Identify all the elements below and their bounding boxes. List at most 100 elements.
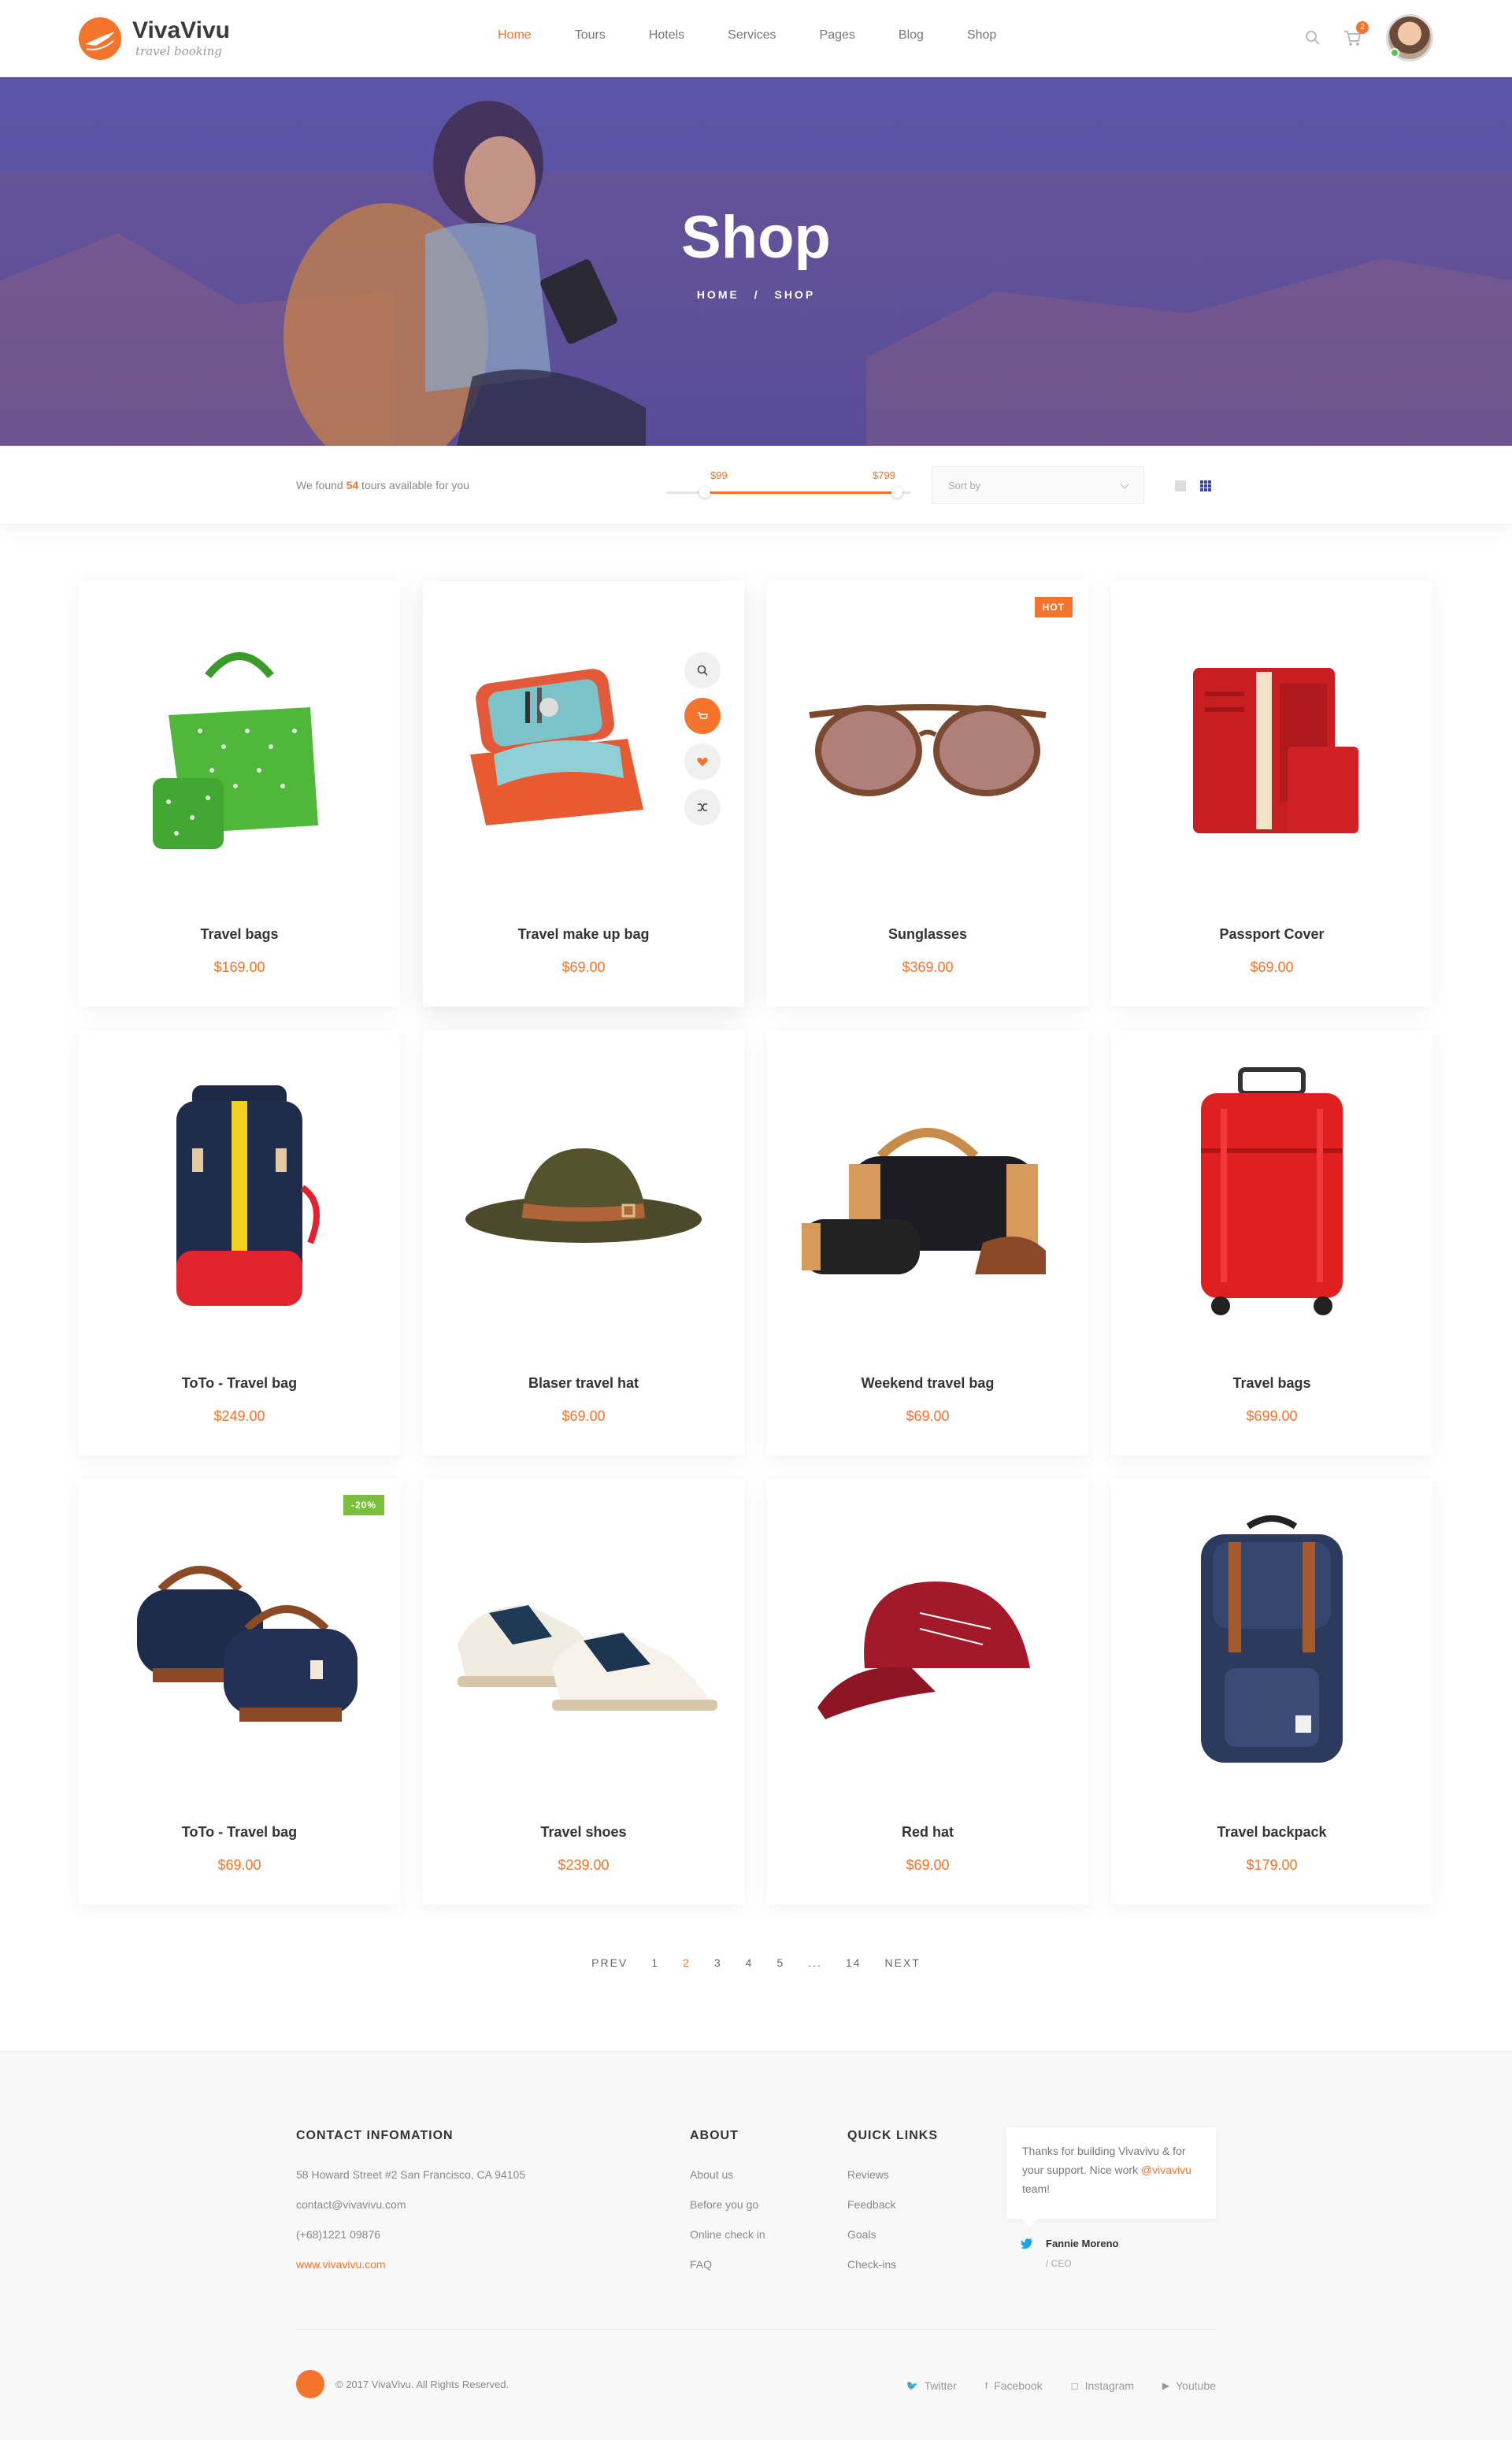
product-price: $69.00 (561, 1408, 606, 1424)
nav-shop[interactable]: Shop (967, 28, 996, 43)
social-youtube[interactable]: ▶ Youtube (1162, 2379, 1216, 2392)
footer-about-title: ABOUT (690, 2129, 739, 2142)
main-nav: Home Tours Hotels Services Pages Blog Sh… (498, 28, 1040, 43)
footer-contact-title: CONTACT INFOMATION (296, 2129, 454, 2142)
range-max-handle[interactable] (891, 487, 902, 498)
nav-tours[interactable]: Tours (575, 28, 606, 43)
results-prefix: We found (296, 479, 343, 491)
footer-link[interactable]: FAQ (690, 2258, 765, 2271)
product-card[interactable]: Travel make up bag $69.00 (423, 581, 744, 1007)
social-youtube-label: Youtube (1176, 2379, 1216, 2392)
product-image-green-tote (79, 613, 400, 881)
pagination-page[interactable]: 5 (776, 1956, 784, 1969)
footer-link[interactable]: Online check in (690, 2228, 765, 2241)
copyright-text: © 2017 VivaVivu. All Rights Reserved. (335, 2378, 510, 2390)
breadcrumb: HOME / SHOP (0, 288, 1512, 301)
product-price: $699.00 (1246, 1408, 1298, 1424)
footer-link[interactable]: Before you go (690, 2198, 765, 2211)
list-view-icon[interactable] (1175, 480, 1186, 491)
product-name[interactable]: Travel make up bag (423, 926, 744, 943)
footer-email[interactable]: contact@vivavivu.com (296, 2198, 525, 2211)
quick-view-button[interactable] (684, 652, 721, 688)
product-card[interactable]: Travel shoes $239.00 (423, 1479, 744, 1904)
price-range-slider[interactable]: $99 $799 (666, 469, 910, 501)
product-card[interactable]: -20% ToTo - Travel bag $69.00 (79, 1479, 400, 1904)
footer-about: ABOUT About us Before you go Online chec… (690, 2129, 765, 2288)
footer-link[interactable]: Goals (847, 2228, 938, 2241)
brand-name: VivaVivu (132, 17, 230, 43)
pagination-page-current[interactable]: 2 (683, 1956, 691, 1969)
product-name[interactable]: ToTo - Travel bag (79, 1824, 400, 1841)
youtube-icon: ▶ (1162, 2380, 1170, 2391)
price-min-label: $99 (710, 469, 728, 481)
nav-services[interactable]: Services (728, 28, 776, 43)
product-card[interactable]: Travel bags $169.00 (79, 581, 400, 1007)
product-name[interactable]: ToTo - Travel bag (79, 1375, 400, 1392)
product-card[interactable]: Weekend travel bag $69.00 (767, 1030, 1088, 1455)
nav-home[interactable]: Home (498, 28, 532, 43)
page-title: Shop (681, 204, 831, 271)
add-to-cart-button[interactable] (684, 698, 721, 734)
product-card[interactable]: Travel bags $699.00 (1111, 1030, 1432, 1455)
pagination-page[interactable]: 4 (746, 1956, 754, 1969)
cart-button[interactable]: 2 (1342, 21, 1369, 48)
product-card[interactable]: Blaser travel hat $69.00 (423, 1030, 744, 1455)
pagination-page[interactable]: 14 (846, 1956, 862, 1969)
cart-count-badge: 2 (1356, 21, 1369, 34)
product-name[interactable]: Sunglasses (767, 926, 1088, 943)
nav-hotels[interactable]: Hotels (649, 28, 684, 43)
product-name[interactable]: Travel bags (1111, 1375, 1432, 1392)
product-image-passport-cover (1111, 613, 1432, 881)
product-card[interactable]: Passport Cover $69.00 (1111, 581, 1432, 1007)
footer-website[interactable]: www.vivavivu.com (296, 2258, 525, 2271)
wishlist-button[interactable] (684, 743, 721, 780)
product-name[interactable]: Travel backpack (1111, 1824, 1432, 1841)
results-count: 54 (346, 479, 359, 491)
product-image-fedora-hat (423, 1062, 744, 1329)
footer-link[interactable]: Reviews (847, 2168, 938, 2181)
product-name[interactable]: Blaser travel hat (423, 1375, 744, 1392)
results-suffix: tours available for you (361, 479, 469, 491)
range-min-handle[interactable] (699, 487, 710, 498)
search-icon[interactable] (1304, 29, 1321, 46)
social-instagram[interactable]: ◻ Instagram (1071, 2379, 1134, 2392)
product-name[interactable]: Passport Cover (1111, 926, 1432, 943)
compare-button[interactable] (684, 789, 721, 825)
product-name[interactable]: Travel shoes (423, 1824, 744, 1841)
nav-pages[interactable]: Pages (820, 28, 855, 43)
nav-blog[interactable]: Blog (899, 28, 924, 43)
footer-phone[interactable]: (+68)1221 09876 (296, 2228, 525, 2241)
tweet-handle[interactable]: @vivavivu (1141, 2164, 1191, 2176)
pagination-prev[interactable]: PREV (591, 1956, 628, 1969)
logo[interactable]: VivaVivu travel booking (79, 17, 230, 60)
user-avatar[interactable] (1386, 14, 1433, 61)
results-count-text: We found 54 tours available for you (296, 479, 469, 491)
product-card[interactable]: Red hat $69.00 (767, 1479, 1088, 1904)
pagination-next[interactable]: NEXT (885, 1956, 921, 1969)
footer-link[interactable]: Check-ins (847, 2258, 938, 2271)
instagram-icon: ◻ (1070, 2380, 1079, 2391)
tweet-arrow (1022, 2219, 1038, 2227)
social-twitter[interactable]: 🐦 Twitter (906, 2379, 957, 2392)
product-card[interactable]: Travel backpack $179.00 (1111, 1479, 1432, 1904)
footer-logo-icon[interactable] (296, 2370, 324, 2398)
price-max-label: $799 (873, 469, 895, 481)
product-image-red-suitcase (1111, 1062, 1432, 1329)
grid-view-icon[interactable] (1200, 480, 1211, 491)
footer-link[interactable]: About us (690, 2168, 765, 2181)
breadcrumb-home[interactable]: HOME (697, 288, 739, 301)
product-name[interactable]: Weekend travel bag (767, 1375, 1088, 1392)
sort-by-select[interactable]: Sort by (932, 466, 1144, 504)
footer-link[interactable]: Feedback (847, 2198, 938, 2211)
product-card[interactable]: ToTo - Travel bag $249.00 (79, 1030, 400, 1455)
product-name[interactable]: Red hat (767, 1824, 1088, 1841)
product-card[interactable]: HOT Sunglasses $369.00 (767, 581, 1088, 1007)
product-name[interactable]: Travel bags (79, 926, 400, 943)
footer-quick-title: QUICK LINKS (847, 2129, 938, 2142)
product-price: $69.00 (1250, 959, 1294, 975)
breadcrumb-separator: / (754, 288, 760, 301)
site-footer: CONTACT INFOMATION 58 Howard Street #2 S… (0, 2051, 1512, 2440)
pagination-page[interactable]: 3 (714, 1956, 722, 1969)
social-facebook[interactable]: f Facebook (985, 2379, 1043, 2392)
pagination-page[interactable]: 1 (651, 1956, 659, 1969)
